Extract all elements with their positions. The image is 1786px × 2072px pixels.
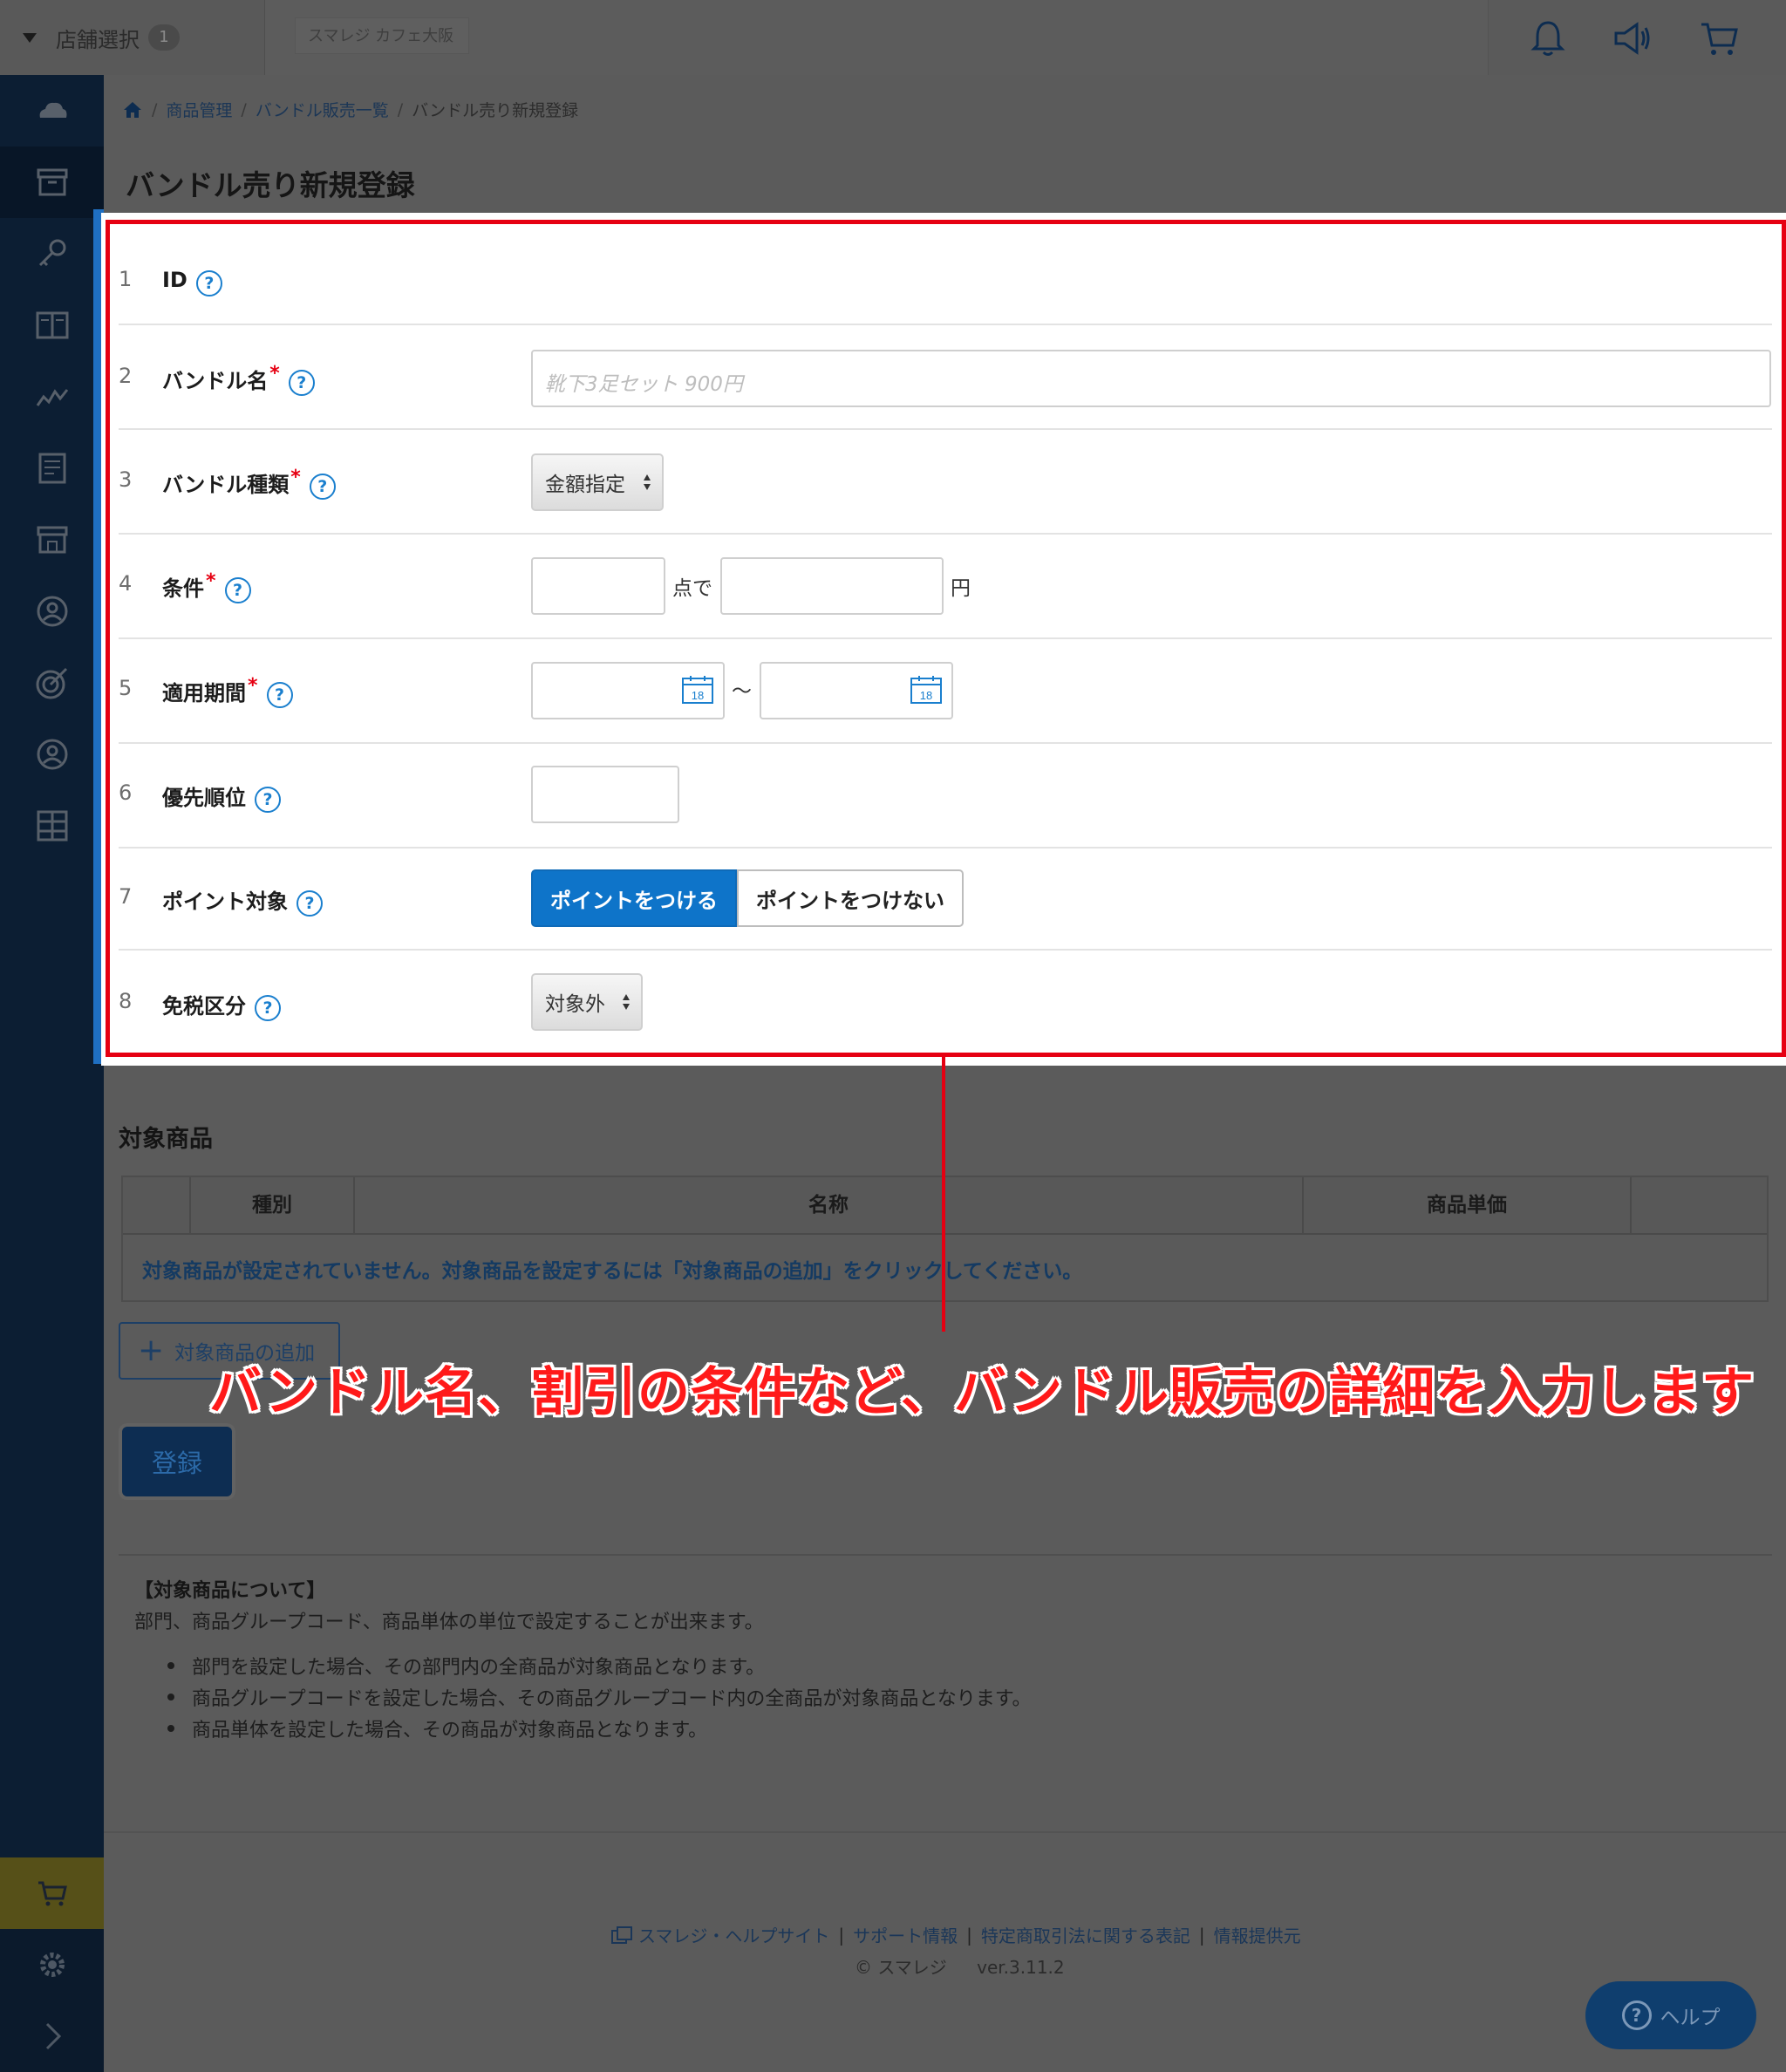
sidebar-item-cart[interactable] <box>0 1857 104 1929</box>
key-icon <box>38 239 65 267</box>
footer-separator: | <box>966 1924 972 1946</box>
notes-description: 部門、商品グループコード、商品単体の単位で設定することが出来ます。 <box>134 1612 764 1633</box>
notes-divider <box>119 1554 1772 1556</box>
external-window-icon <box>611 1925 632 1944</box>
sidebar-item-settings[interactable] <box>0 1929 104 2000</box>
notes-title: 【対象商品について】 <box>134 1580 326 1602</box>
highlight-box <box>106 220 1786 1057</box>
archive-icon <box>37 168 67 196</box>
footer-separator: | <box>838 1924 845 1946</box>
grid-icon <box>37 810 67 842</box>
sidebar-item-member[interactable] <box>0 719 104 790</box>
list-item: 商品単体を設定した場合、その商品が対象商品となります。 <box>166 1714 1032 1746</box>
footer-link-support[interactable]: サポート情報 <box>853 1922 958 1947</box>
sidebar-item-report[interactable] <box>0 433 104 504</box>
footer-link-source[interactable]: 情報提供元 <box>1214 1922 1301 1947</box>
help-button[interactable]: ? ヘルプ <box>1585 1981 1756 2049</box>
top-bar: 店舗選択 1 スマレジ カフェ大阪 <box>0 0 1786 75</box>
store-count-badge: 1 <box>148 24 180 51</box>
sidebar-item-chart[interactable] <box>0 361 104 433</box>
store-icon <box>37 526 67 554</box>
table-header-name: 名称 <box>355 1177 1304 1233</box>
user-circle-icon <box>37 596 67 627</box>
breadcrumb-separator: / <box>241 99 247 119</box>
report-icon <box>38 453 65 484</box>
table-header-blank <box>123 1177 191 1233</box>
member-icon <box>37 739 67 770</box>
plus-icon: + <box>138 1332 165 1368</box>
footer-links: スマレジ・ヘルプサイト | サポート情報 | 特定商取引法に関する表記 | 情報… <box>610 1922 1301 1947</box>
breadcrumb-bundle-list[interactable]: バンドル販売一覧 <box>256 98 389 121</box>
table-header-unit-price: 商品単価 <box>1304 1177 1632 1233</box>
sidebar-item-grid[interactable] <box>0 790 104 862</box>
breadcrumb: / 商品管理 / バンドル販売一覧 / バンドル売り新規登録 <box>122 98 578 121</box>
footer-link-legal[interactable]: 特定商取引法に関する表記 <box>981 1922 1190 1947</box>
store-select-label: 店舗選択 <box>56 27 140 52</box>
gear-icon <box>39 1953 65 1977</box>
sidebar-item-cloud[interactable] <box>0 75 104 147</box>
cloud-icon <box>39 102 66 118</box>
footer-link-help-site[interactable]: スマレジ・ヘルプサイト <box>638 1922 829 1947</box>
annotation-caption: バンドル名、割引の条件など、バンドル販売の詳細を入力します <box>209 1362 1755 1423</box>
notes-list: 部門を設定した場合、その部門内の全商品が対象商品となります。 商品グループコード… <box>166 1652 1032 1746</box>
table-header-type: 種別 <box>191 1177 355 1233</box>
cart-icon[interactable] <box>1698 17 1740 59</box>
target-products-title: 対象商品 <box>119 1126 213 1153</box>
footer-separator: | <box>1198 1924 1205 1946</box>
sidebar-item-target[interactable] <box>0 647 104 719</box>
page-title: バンドル売り新規登録 <box>126 168 415 202</box>
sidebar-item-store[interactable] <box>0 504 104 576</box>
sidebar-expand[interactable] <box>0 2000 104 2072</box>
copyright-text: © スマレジ <box>855 1957 947 1978</box>
home-icon[interactable] <box>122 100 143 119</box>
list-item: 商品グループコードを設定した場合、その商品グループコード内の全商品が対象商品とな… <box>166 1683 1032 1714</box>
caret-down-icon <box>23 32 37 43</box>
cart-icon <box>37 1881 67 1906</box>
book-icon <box>36 311 68 339</box>
current-store-name: スマレジ カフェ大阪 <box>295 17 469 54</box>
breadcrumb-separator: / <box>152 99 158 119</box>
chart-icon <box>36 389 68 406</box>
sidebar-item-staff[interactable] <box>0 576 104 647</box>
sidebar-item-products[interactable] <box>0 147 104 218</box>
sidebar <box>0 75 104 2072</box>
breadcrumb-current: バンドル売り新規登録 <box>412 101 579 120</box>
sidebar-item-book[interactable] <box>0 290 104 361</box>
megaphone-icon[interactable] <box>1611 17 1653 59</box>
list-item: 部門を設定した場合、その部門内の全商品が対象商品となります。 <box>166 1652 1032 1683</box>
register-button[interactable]: 登録 <box>122 1427 232 1496</box>
breadcrumb-products[interactable]: 商品管理 <box>166 98 232 121</box>
help-button-label: ヘルプ <box>1660 2007 1721 2029</box>
store-select-dropdown[interactable]: 店舗選択 1 <box>0 0 265 75</box>
target-icon <box>36 667 67 699</box>
sidebar-item-key[interactable] <box>0 218 104 290</box>
bell-icon[interactable] <box>1527 17 1569 59</box>
top-icon-group <box>1488 0 1786 75</box>
breadcrumb-separator: / <box>397 99 404 119</box>
chevron-right-icon <box>45 2022 61 2050</box>
annotation-connector <box>942 1057 945 1332</box>
footer-divider <box>104 1831 1786 1833</box>
copyright: © スマレジ ver.3.11.2 <box>855 1953 1065 1979</box>
version-text: ver.3.11.2 <box>977 1957 1065 1978</box>
question-circle-icon: ? <box>1621 2000 1652 2030</box>
